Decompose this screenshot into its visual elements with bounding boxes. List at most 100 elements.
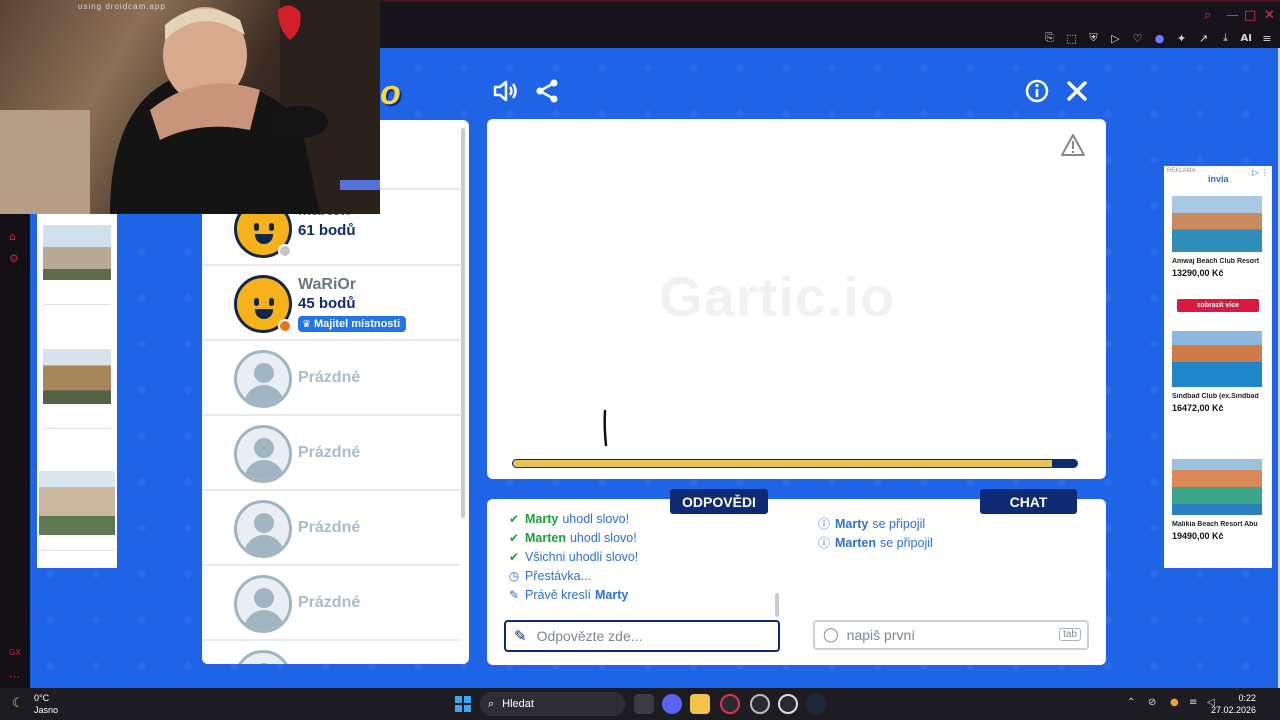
chat-placeholder: napiš první bbox=[846, 627, 916, 643]
hotel-image bbox=[1172, 459, 1262, 515]
player-slot-empty[interactable]: Prázdné bbox=[202, 342, 460, 416]
history-icon[interactable]: ⌂ bbox=[9, 230, 16, 243]
ad-brand[interactable]: invia bbox=[1208, 174, 1229, 184]
start-button[interactable] bbox=[455, 696, 471, 712]
product-image bbox=[43, 225, 111, 280]
answer-input[interactable]: ✎ Odpovězte zde... bbox=[504, 620, 780, 652]
microphone-icon[interactable]: ● bbox=[1170, 697, 1179, 708]
exit-button[interactable] bbox=[1062, 76, 1092, 106]
menu-icon[interactable]: ≡ bbox=[1260, 32, 1274, 45]
pencil-icon: ✎ bbox=[508, 587, 520, 602]
file-explorer-icon[interactable] bbox=[690, 694, 710, 714]
empty-slot-label: Prázdné bbox=[298, 519, 361, 536]
chat-line: ⓘ Marty se připojil bbox=[817, 516, 926, 532]
info-button[interactable] bbox=[1022, 76, 1052, 106]
warning-icon[interactable] bbox=[1060, 133, 1086, 157]
answer-line: ◷ Přestávka... bbox=[508, 568, 591, 583]
check-icon: ✔ bbox=[508, 549, 520, 564]
ad-thumbnail[interactable] bbox=[39, 471, 115, 551]
canvas-watermark: Gartic.io bbox=[659, 265, 896, 328]
taskbar-search[interactable]: ⌕ Hledat bbox=[480, 692, 625, 716]
drawing-canvas[interactable]: Gartic.io bbox=[487, 119, 1106, 479]
chevron-up-icon[interactable]: ⌃ bbox=[1127, 697, 1135, 708]
wifi-icon[interactable]: ≡ bbox=[1189, 697, 1197, 708]
answer-line: ✔ Marten uhodl slovo! bbox=[508, 530, 637, 545]
crown-icon: ♛ bbox=[302, 318, 311, 330]
download-icon[interactable]: ⤓ bbox=[1219, 31, 1233, 45]
app-icon[interactable] bbox=[778, 694, 798, 714]
ad-offer[interactable]: Malikia Beach Resort Abu 19490,00 Kč bbox=[1172, 459, 1264, 541]
play-icon[interactable]: ▷ bbox=[1109, 32, 1123, 45]
tab-chat[interactable]: CHAT bbox=[980, 489, 1077, 514]
weather-temperature[interactable]: 0°C bbox=[34, 693, 49, 703]
obs-icon[interactable] bbox=[750, 694, 770, 714]
ad-choices-icon[interactable]: ▷ ⋮ bbox=[1252, 168, 1269, 177]
snapshot-icon[interactable]: ⬚ bbox=[1065, 32, 1079, 45]
vpn-icon[interactable]: ● bbox=[1153, 32, 1167, 45]
search-icon[interactable]: ⌕ bbox=[1204, 8, 1211, 23]
bookmark-icon[interactable]: ⎘ bbox=[1043, 31, 1057, 45]
task-view-icon[interactable] bbox=[634, 694, 654, 714]
more-icon[interactable]: ⋯ bbox=[9, 670, 20, 683]
extensions-icon[interactable]: ✦ bbox=[1175, 32, 1189, 45]
maximize-icon[interactable]: □ bbox=[1244, 8, 1256, 23]
share-icon bbox=[536, 79, 558, 103]
search-icon: ⌕ bbox=[488, 697, 495, 710]
steam-icon[interactable] bbox=[806, 694, 826, 714]
heart-icon[interactable]: ♡ bbox=[1131, 32, 1145, 45]
ad-offer[interactable]: Amwaj Beach Club Resort 13290,00 Kč bbox=[1172, 196, 1264, 278]
drawn-stroke bbox=[603, 409, 608, 447]
chat-input[interactable]: ◯ napiš první tab bbox=[813, 620, 1089, 650]
webcam-caption: using droidcam.app bbox=[78, 2, 166, 11]
empty-slot-label: Prázdné bbox=[298, 444, 361, 461]
share-icon[interactable]: ↗ bbox=[1197, 32, 1211, 45]
sound-button[interactable] bbox=[490, 76, 520, 106]
player-slot-empty[interactable]: Prázdné bbox=[202, 417, 460, 491]
gx-icon[interactable]: GX bbox=[9, 648, 21, 657]
answers-chat-panel: ODPOVĚDI CHAT ✔ Marty uhodl slovo! ✔ Marten… bbox=[487, 489, 1106, 665]
player-slot-empty[interactable]: Prázdné bbox=[202, 492, 460, 566]
ad-label: REKLAMA bbox=[1167, 168, 1196, 174]
check-icon: ✔ bbox=[508, 530, 520, 545]
round-timer-fill bbox=[512, 459, 1053, 468]
answer-placeholder: Odpovězte zde... bbox=[536, 628, 643, 644]
check-icon: ✔ bbox=[508, 511, 520, 526]
player-slot-empty[interactable] bbox=[202, 642, 460, 664]
close-window-icon[interactable]: ✕ bbox=[1264, 8, 1275, 23]
clock-date[interactable]: 27.02.2026 bbox=[1211, 705, 1256, 715]
taskbar: ☾ 0°C Jasno ⌕ Hledat ⌃ ⊘ ● ≡ ◁ 0:22 27.0… bbox=[0, 688, 1280, 720]
left-ad-column[interactable] bbox=[37, 213, 117, 568]
room-owner-badge: ♛ Majitel místnosti bbox=[298, 316, 407, 332]
share-button[interactable] bbox=[532, 76, 562, 106]
empty-slot-label: Prázdné bbox=[298, 369, 361, 386]
ai-button[interactable]: AI bbox=[1241, 33, 1252, 44]
empty-avatar-icon bbox=[234, 650, 292, 664]
network-off-icon[interactable]: ⊘ bbox=[1148, 697, 1156, 708]
player-slot-empty[interactable]: Prázdné bbox=[202, 567, 460, 641]
discord-icon[interactable] bbox=[662, 694, 682, 714]
player-score: 61 bodů bbox=[298, 222, 356, 239]
ad-thumbnail[interactable] bbox=[43, 349, 111, 429]
players-scrollbar[interactable] bbox=[461, 128, 465, 518]
ad-offer[interactable]: Sindbad Club (ex.Sindbad 16472,00 Kč bbox=[1172, 331, 1264, 413]
shield-icon[interactable]: ⛨ bbox=[1087, 31, 1101, 45]
ad-thumbnail[interactable] bbox=[43, 225, 111, 305]
answers-scrollbar[interactable] bbox=[775, 593, 779, 617]
weather-description[interactable]: Jasno bbox=[34, 705, 58, 715]
opera-gx-icon[interactable] bbox=[720, 694, 740, 714]
empty-avatar-icon bbox=[234, 575, 292, 633]
minimize-icon[interactable]: — bbox=[1226, 8, 1239, 23]
empty-avatar-icon bbox=[234, 425, 292, 483]
webcam-overlay: using droidcam.app bbox=[0, 0, 380, 214]
clock-time[interactable]: 0:22 bbox=[1238, 693, 1256, 703]
product-image bbox=[43, 349, 111, 404]
moon-icon: ☾ bbox=[12, 696, 24, 711]
player-row[interactable]: WaRiOr 45 bodů ♛ Majitel místnosti bbox=[202, 267, 460, 341]
show-more-button[interactable]: zobrazit více bbox=[1177, 299, 1259, 312]
chat-bubble-icon: ◯ bbox=[823, 627, 839, 643]
hotel-image bbox=[1172, 196, 1262, 252]
right-ad-banner[interactable]: REKLAMA invia ▷ ⋮ Amwaj Beach Club Resor… bbox=[1164, 166, 1272, 568]
settings-icon[interactable]: ⚙ bbox=[9, 252, 19, 265]
close-icon bbox=[1067, 81, 1087, 101]
round-timer-bar bbox=[512, 459, 1078, 468]
